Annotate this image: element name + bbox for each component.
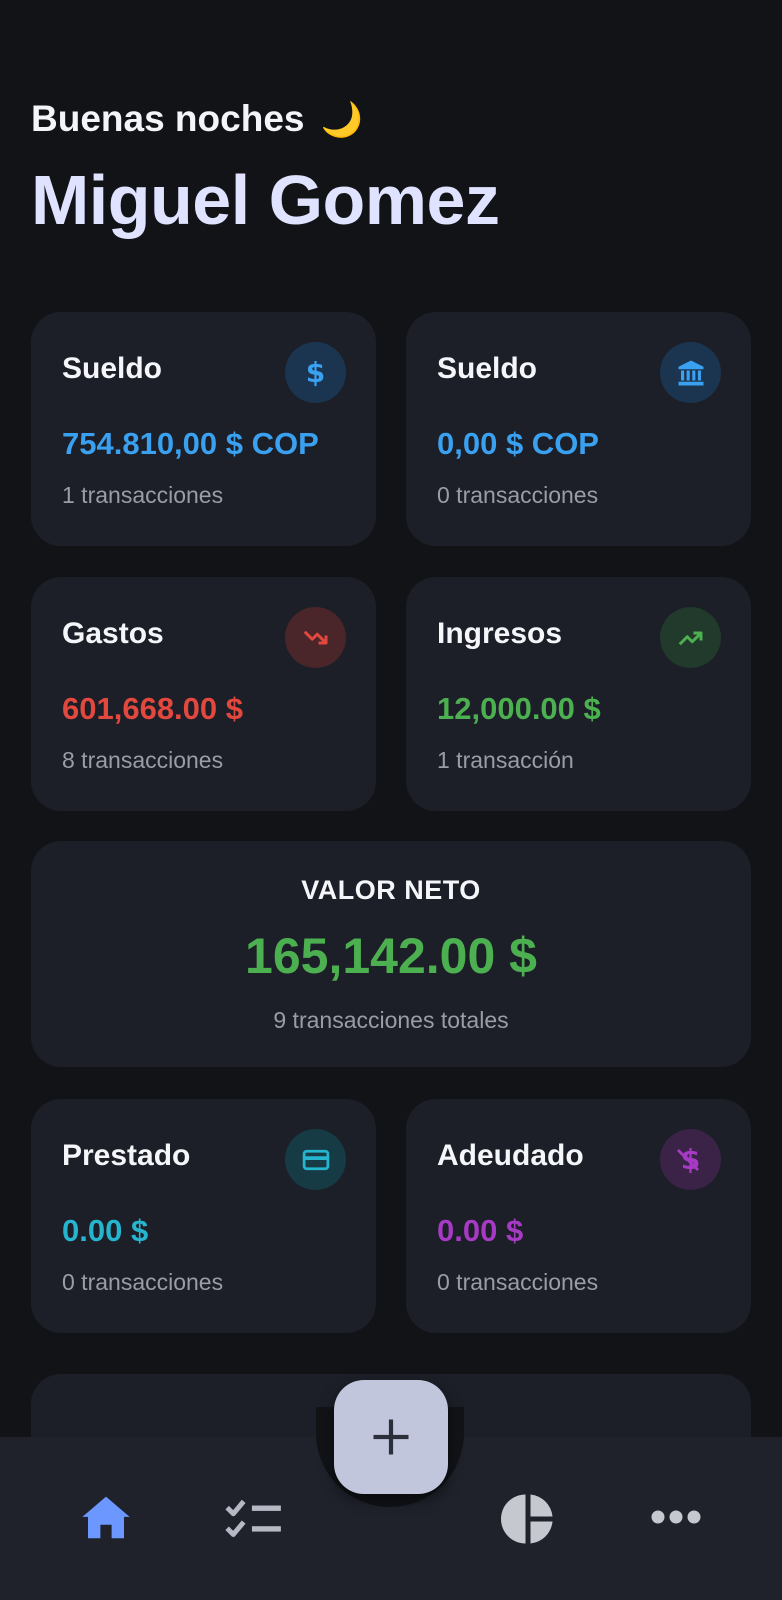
card-count: 1 transacción xyxy=(437,747,574,773)
user-name: Miguel Gomez xyxy=(31,161,500,239)
card-count: 0 transacciones xyxy=(437,1269,599,1295)
card-title: Sueldo xyxy=(437,352,538,385)
card-count: 8 transacciones xyxy=(62,747,224,773)
plus-icon xyxy=(373,1419,409,1455)
lent-card[interactable]: Prestado 0.00 $ 0 transacciones xyxy=(31,1099,376,1333)
money-off-icon: $ xyxy=(660,1129,721,1190)
card-count: 1 transacciones xyxy=(62,482,224,508)
card-amount: 0,00 $ COP xyxy=(437,426,599,461)
card-title: Prestado xyxy=(62,1139,191,1172)
more-icon[interactable] xyxy=(646,1502,706,1532)
dollar-icon: $ xyxy=(285,342,346,403)
owed-card[interactable]: Adeudado $ 0.00 $ 0 transacciones xyxy=(406,1099,751,1333)
account-card-sueldo-bank[interactable]: Sueldo 0,00 $ COP 0 transacciones xyxy=(406,312,751,546)
credit-card-icon xyxy=(285,1129,346,1190)
expenses-card[interactable]: Gastos 601,668.00 $ 8 transacciones xyxy=(31,577,376,811)
pie-chart-icon[interactable] xyxy=(497,1488,559,1550)
net-worth-card[interactable]: VALOR NETO 165,142.00 $ 9 transacciones … xyxy=(31,841,751,1067)
card-amount: 0.00 $ xyxy=(62,1213,149,1248)
add-transaction-button[interactable] xyxy=(334,1380,448,1494)
home-icon[interactable] xyxy=(76,1488,136,1548)
net-worth-total: 9 transacciones totales xyxy=(273,1007,509,1033)
card-title: Adeudado xyxy=(437,1139,584,1172)
checklist-icon[interactable] xyxy=(222,1492,286,1548)
card-amount: 754.810,00 $ COP xyxy=(62,426,319,461)
trending-down-icon xyxy=(285,607,346,668)
moon-emoji: 🌙 xyxy=(320,100,364,140)
card-title: Sueldo xyxy=(62,352,163,385)
card-amount: 0.00 $ xyxy=(437,1213,524,1248)
card-title: Ingresos xyxy=(437,617,563,650)
greeting-text: Buenas noches xyxy=(31,98,305,139)
card-title: Gastos xyxy=(62,617,164,650)
greeting: Buenas noches 🌙 xyxy=(31,98,363,140)
net-worth-label: VALOR NETO xyxy=(301,875,481,905)
card-amount: 12,000.00 $ xyxy=(437,691,601,726)
bank-icon xyxy=(660,342,721,403)
trending-up-icon xyxy=(660,607,721,668)
card-amount: 601,668.00 $ xyxy=(62,691,244,726)
card-count: 0 transacciones xyxy=(62,1269,224,1295)
card-count: 0 transacciones xyxy=(437,482,599,508)
income-card[interactable]: Ingresos 12,000.00 $ 1 transacción xyxy=(406,577,751,811)
net-worth-value: 165,142.00 $ xyxy=(245,928,537,984)
account-card-sueldo-cop[interactable]: Sueldo $ 754.810,00 $ COP 1 transaccione… xyxy=(31,312,376,546)
